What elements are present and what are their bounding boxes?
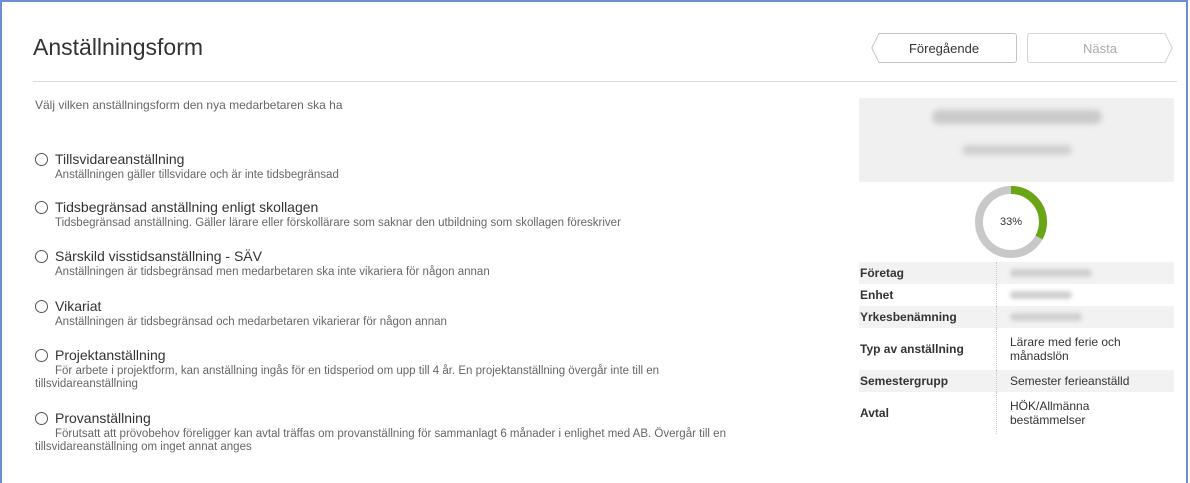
radio-button[interactable] (35, 201, 48, 214)
info-value-redacted (996, 284, 1072, 306)
redacted-value (1010, 269, 1092, 277)
main-panel: Anställningsform Föregående Nästa Välj v… (0, 0, 1188, 483)
info-key: Semestergrupp (860, 374, 949, 388)
info-key: Yrkesbenämning (860, 310, 957, 324)
info-row: Företag (859, 262, 1174, 284)
radio-button[interactable] (35, 153, 48, 166)
info-value: Semester ferieanställd (996, 370, 1129, 392)
next-button-label: Nästa (1083, 40, 1117, 56)
option-label: Vikariat (55, 298, 102, 314)
info-row: Yrkesbenämning (859, 306, 1174, 328)
option-description: Anställningen är tidsbegränsad men medar… (55, 266, 490, 278)
previous-button[interactable]: Föregående (871, 33, 1017, 63)
option-label: Tidsbegränsad anställning enligt skollag… (55, 199, 319, 215)
info-value: HÖK/Allmänna bestämmelser (996, 392, 1146, 434)
info-row: Enhet (859, 284, 1174, 306)
employee-name-redacted (932, 110, 1102, 124)
previous-button-label: Föregående (908, 40, 980, 56)
option-description-line: För arbete i projektform, kan anställnin… (55, 365, 660, 377)
option-description-line: tillsvidareanställning (35, 378, 138, 390)
option-description-line: Förutsatt att prövobehov föreligger kan … (55, 428, 726, 440)
redacted-value (1010, 291, 1072, 299)
option-label: Projektanställning (55, 347, 166, 363)
employee-id-redacted (962, 145, 1072, 155)
radio-button[interactable] (35, 300, 48, 313)
option-description: För arbete i projektform, kan anställnin… (35, 365, 815, 391)
option-description: Förutsatt att prövobehov föreligger kan … (35, 428, 815, 454)
radio-button[interactable] (35, 250, 48, 263)
info-key: Företag (860, 266, 905, 280)
info-value: Lärare med ferie och månadslön (996, 328, 1156, 370)
header-divider (33, 81, 1177, 82)
progress-percent: 33% (999, 216, 1023, 228)
info-key: Enhet (860, 288, 894, 302)
option-description: Anställningen gäller tillsvidare och är … (55, 169, 339, 181)
option-description: Anställningen är tidsbegränsad och medar… (55, 316, 447, 328)
option-description-line: tillsvidareanställning om inget annat an… (35, 441, 252, 453)
next-button[interactable]: Nästa (1027, 33, 1173, 63)
employee-card (859, 98, 1174, 182)
option-label: Provanställning (55, 410, 151, 426)
info-key: Avtal (860, 406, 889, 420)
radio-button[interactable] (35, 349, 48, 362)
option-label: Tillsvidareanställning (55, 151, 185, 167)
radio-button[interactable] (35, 412, 48, 425)
info-value-redacted (996, 262, 1092, 284)
intro-text: Välj vilken anställningsform den nya med… (35, 98, 343, 112)
page-title: Anställningsform (33, 34, 204, 60)
redacted-value (1010, 313, 1082, 321)
info-value-redacted (996, 306, 1082, 328)
option-description: Tidsbegränsad anställning. Gäller lärare… (55, 217, 621, 229)
option-label: Särskild visstidsanställning - SÄV (55, 248, 262, 264)
info-key: Typ av anställning (860, 342, 964, 356)
info-row: Typ av anställning Lärare med ferie och … (859, 328, 1174, 370)
info-row: Avtal HÖK/Allmänna bestämmelser (859, 392, 1174, 434)
info-row: Semestergrupp Semester ferieanställd (859, 370, 1174, 392)
